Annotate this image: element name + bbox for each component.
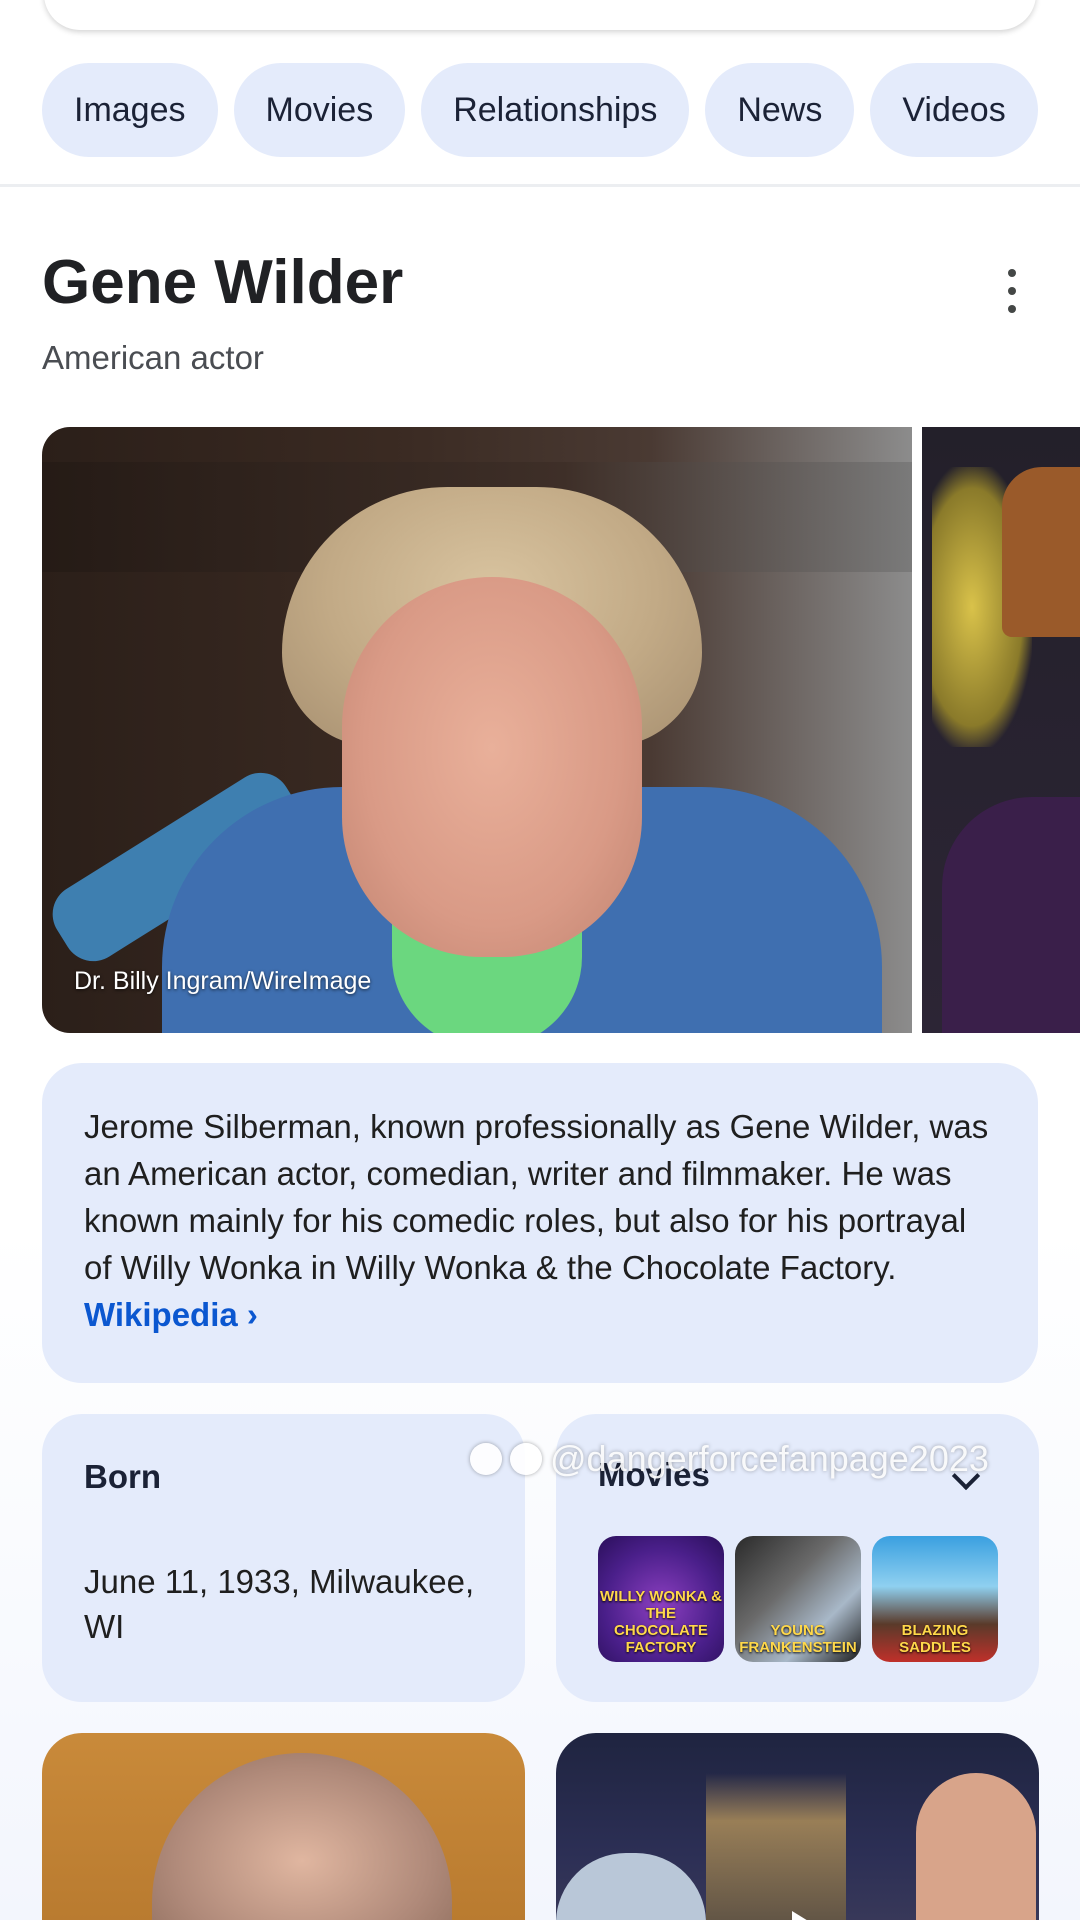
knowledge-panel: Gene Wilder American actor Dr. Billy Ing… (0, 187, 1080, 1920)
movie-poster-young-frankenstein[interactable]: YOUNG FRANKENSTEIN (735, 1536, 861, 1662)
movie-poster-willy-wonka[interactable]: WILLY WONKA & THE CHOCOLATE FACTORY (598, 1536, 724, 1662)
tiktok-watermark: @dangerforcefanpage2023 (470, 1438, 989, 1480)
chip-images[interactable]: Images (42, 63, 218, 157)
image-tile[interactable] (42, 1733, 525, 1920)
profile-icon (510, 1443, 542, 1475)
play-icon[interactable] (792, 1911, 818, 1920)
movie-poster-title: WILLY WONKA & THE CHOCOLATE FACTORY (600, 1588, 722, 1656)
chip-movies[interactable]: Movies (233, 63, 406, 157)
search-box[interactable] (44, 0, 1036, 30)
image-credit: Dr. Billy Ingram/WireImage (74, 967, 372, 995)
movie-poster-blazing-saddles[interactable]: BLAZING SADDLES (872, 1536, 998, 1662)
born-label: Born (84, 1458, 161, 1495)
wikipedia-link[interactable]: Wikipedia › (84, 1296, 258, 1333)
page-title: Gene Wilder (42, 248, 404, 317)
page-subtitle: American actor (42, 339, 264, 376)
born-value: June 11, 1933, Milwaukee, WI (84, 1563, 475, 1645)
chip-videos[interactable]: Videos (870, 63, 1038, 157)
hero-image[interactable]: Dr. Billy Ingram/WireImage (42, 427, 912, 1033)
video-tile[interactable] (556, 1733, 1039, 1920)
search-results-page: Images Movies Relationships News Videos … (0, 0, 1080, 1920)
description-text: Jerome Silberman, known professionally a… (84, 1108, 989, 1286)
born-card[interactable]: Born June 11, 1933, Milwaukee, WI (42, 1414, 525, 1702)
watermark-text: @dangerforcefanpage2023 (550, 1438, 989, 1479)
chip-relationships[interactable]: Relationships (421, 63, 690, 157)
filter-chips: Images Movies Relationships News Videos (42, 63, 1038, 157)
movie-poster-title: YOUNG FRANKENSTEIN (739, 1622, 857, 1656)
chip-news[interactable]: News (705, 63, 855, 157)
movie-poster-title: BLAZING SADDLES (899, 1622, 971, 1656)
tiktok-logo-icon (470, 1443, 502, 1475)
more-options-icon[interactable] (1000, 269, 1024, 313)
description-card: Jerome Silberman, known professionally a… (42, 1063, 1038, 1383)
hero-image-next[interactable] (922, 427, 1080, 1033)
